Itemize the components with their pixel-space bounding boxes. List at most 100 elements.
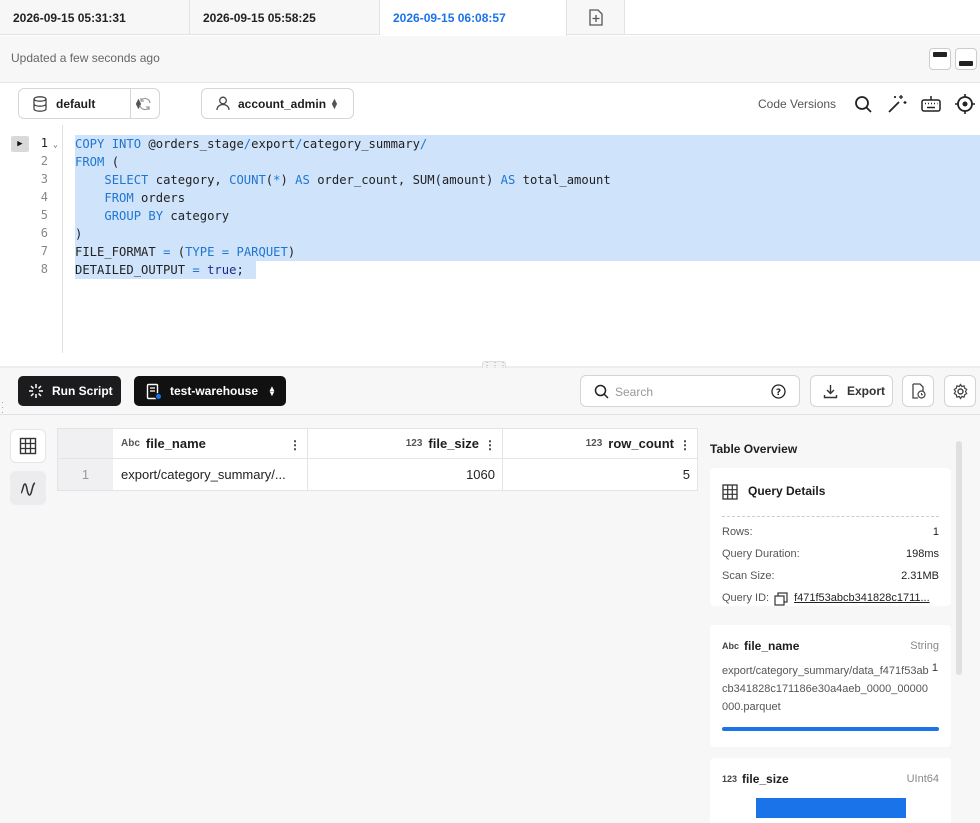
table-overview-panel: Table Overview Query Details Rows: 1 Que… <box>700 415 980 823</box>
stat-value: 198ms <box>905 548 939 560</box>
dashed-divider <box>722 516 939 517</box>
database-select[interactable]: default ▲ ▼ <box>18 88 160 119</box>
code-line-2: FROM ( <box>75 155 120 169</box>
editor-toolbar: default ▲ ▼ account_admin ▲ ▼ Code Version… <box>0 83 980 125</box>
status-bar: Updated a few seconds ago <box>0 36 980 83</box>
updated-status: Updated a few seconds ago <box>11 51 160 65</box>
query-tab-bar: 2026-09-15 05:31:31 2026-09-15 05:58:25 … <box>0 0 980 36</box>
stat-label: Query ID: <box>722 592 770 604</box>
layout-bottom-icon <box>959 61 973 66</box>
grid-icon <box>722 484 738 500</box>
cell-row-count[interactable]: 5 <box>503 459 698 491</box>
line-number: 7 <box>40 244 48 258</box>
scan-size-stat: Scan Size: 2.31MB <box>722 570 939 582</box>
chart-view-button[interactable] <box>10 471 46 505</box>
overview-scrollbar[interactable] <box>956 441 962 675</box>
column-card-header: 123 file_size UInt64 <box>722 772 939 786</box>
query-tab-2[interactable]: 2026-09-15 05:58:25 <box>190 0 380 35</box>
table-view-button[interactable] <box>10 429 46 463</box>
histogram-bar <box>756 798 906 818</box>
column-menu-icon[interactable]: ⋮ <box>484 438 496 452</box>
text-type-icon: Abc <box>121 438 140 449</box>
cell-file-name[interactable]: export/category_summary/... <box>113 459 308 491</box>
code-line-7: FILE_FORMAT = (TYPE = PARQUET) <box>75 245 296 259</box>
cell-file-size[interactable]: 1060 <box>308 459 503 491</box>
role-select[interactable]: account_admin ▲ ▼ <box>201 88 354 119</box>
copy-icon[interactable] <box>774 592 788 606</box>
column-card-count: 1 <box>931 662 938 674</box>
line-number: 5 <box>40 208 48 222</box>
column-card-type: String <box>910 640 939 652</box>
query-id-stat: Query ID: f471f53abcb341828c1711... <box>722 592 939 606</box>
user-icon <box>216 96 230 111</box>
export-button[interactable]: Export <box>810 375 893 407</box>
document-clock-icon <box>912 383 926 399</box>
role-name: account_admin <box>238 96 327 111</box>
layout-top-icon <box>933 52 947 57</box>
run-script-button[interactable]: Run Script <box>18 376 121 406</box>
results-settings-button[interactable] <box>944 375 976 407</box>
tab-bar-filler <box>625 0 980 34</box>
number-type-icon: 123 <box>585 438 603 449</box>
grid-icon <box>19 437 37 455</box>
stat-value: 2.31MB <box>901 570 939 582</box>
column-header-file-size[interactable]: 123 file_size ⋮ <box>308 428 503 459</box>
column-header-row-count[interactable]: 123 row_count ⋮ <box>503 428 698 459</box>
code-line-6: ) <box>75 227 83 241</box>
settings-target-icon[interactable] <box>954 93 976 115</box>
sql-editor[interactable]: ▶ ⌄ 1 2 3 4 5 6 7 8 COPY INTO @orders_st… <box>0 125 980 367</box>
column-menu-icon[interactable]: ⋮ <box>679 438 691 452</box>
column-header-label: file_name <box>145 436 206 451</box>
column-card-type: UInt64 <box>906 773 939 785</box>
query-details-card: Query Details Rows: 1 Query Duration: 19… <box>710 468 951 606</box>
row-number: 1 <box>57 459 114 491</box>
chevron-updown-icon: ▲ ▼ <box>330 96 339 111</box>
rows-stat: Rows: 1 <box>722 526 939 538</box>
help-icon[interactable]: ? <box>771 384 786 399</box>
search-icon[interactable] <box>852 93 874 115</box>
run-script-label: Run Script <box>52 384 113 398</box>
code-versions-link[interactable]: Code Versions <box>758 97 836 111</box>
magic-wand-icon[interactable] <box>886 93 908 115</box>
column-card-name: file_name <box>744 639 800 653</box>
results-panel: Run Script test-warehouse ▲ ▼ Search ? Ex… <box>0 368 980 823</box>
stat-label: Scan Size: <box>722 570 775 582</box>
file-name-column-card: Abc file_name String export/category_sum… <box>710 625 951 747</box>
column-menu-icon[interactable]: ⋮ <box>289 438 301 452</box>
line-number: 4 <box>40 190 48 204</box>
chevron-updown-icon: ▲ ▼ <box>268 384 276 398</box>
column-header-file-name[interactable]: Abc file_name ⋮ <box>113 428 308 459</box>
column-header-label: row_count <box>608 436 674 451</box>
export-label: Export <box>847 384 886 398</box>
code-line-1: COPY INTO @orders_stage/export/category_… <box>75 137 428 151</box>
line-number: 3 <box>40 172 48 186</box>
code-line-3: SELECT category, COUNT(*) AS order_count… <box>104 173 611 187</box>
overview-title: Table Overview <box>710 442 798 456</box>
refresh-button[interactable] <box>130 89 159 118</box>
line-number: 8 <box>40 262 48 276</box>
query-tab-1[interactable]: 2026-09-15 05:31:31 <box>0 0 190 35</box>
new-tab-button[interactable] <box>567 0 625 35</box>
duration-stat: Query Duration: 198ms <box>722 548 939 560</box>
column-card-header: Abc file_name String <box>722 639 939 653</box>
results-search-input[interactable]: Search ? <box>580 375 800 407</box>
layout-bottom-panel-button[interactable] <box>955 48 977 70</box>
line-number: 6 <box>40 226 48 240</box>
code-line-8: DETAILED_OUTPUT = true; <box>75 263 244 277</box>
gear-icon <box>952 382 968 400</box>
column-card-name: file_size <box>742 772 789 786</box>
keyboard-icon[interactable] <box>920 93 942 115</box>
number-type-icon: 123 <box>405 438 423 449</box>
chart-wave-icon <box>20 482 36 496</box>
stat-label: Query Duration: <box>722 548 800 560</box>
layout-top-panel-button[interactable] <box>929 48 951 70</box>
query-history-button[interactable] <box>902 375 934 407</box>
fold-chevron-icon[interactable]: ⌄ <box>53 140 58 149</box>
query-id-link[interactable]: f471f53abcb341828c1711... <box>794 592 930 606</box>
query-tab-3-active[interactable]: 2026-09-15 06:08:57 <box>380 0 567 36</box>
side-drag-icon[interactable]: · · · <box>1 398 4 417</box>
warehouse-select[interactable]: test-warehouse ▲ ▼ <box>134 376 286 406</box>
search-placeholder: Search <box>615 385 654 399</box>
warehouse-icon <box>146 383 162 400</box>
svg-text:?: ? <box>776 388 781 398</box>
